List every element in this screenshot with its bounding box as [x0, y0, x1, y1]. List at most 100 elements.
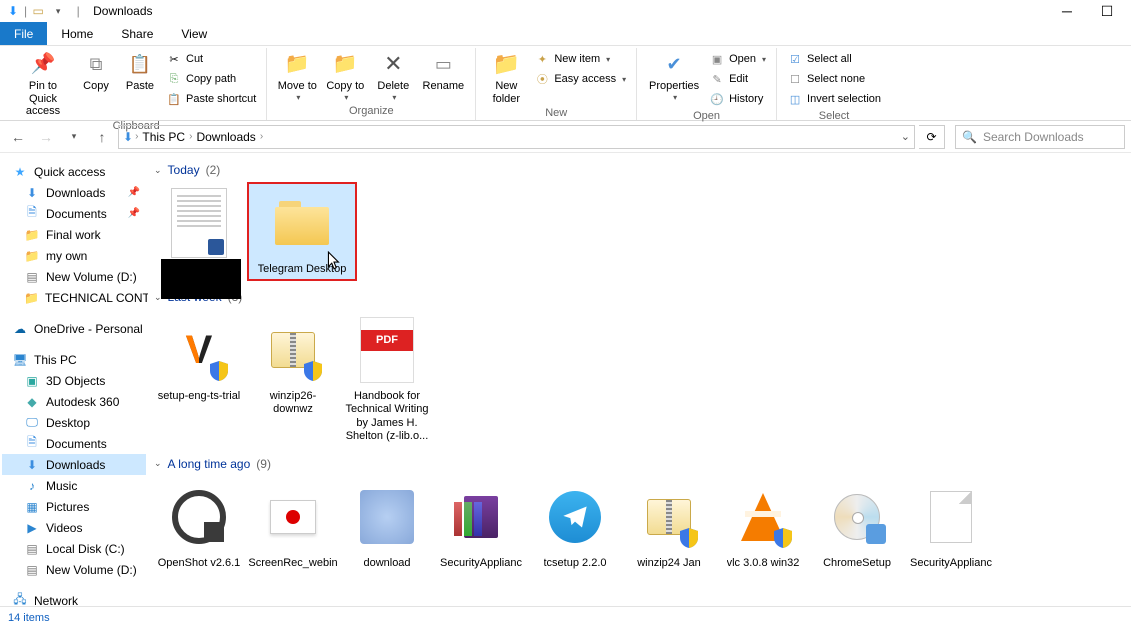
ribbon-group-clipboard: 📌 Pin to Quick access ⧉ Copy 📋 Paste ✂Cu… [6, 48, 267, 120]
down-arrow-icon[interactable]: ⬇ [4, 2, 22, 20]
sidebar-my-own[interactable]: 📁my own [2, 245, 146, 266]
network-icon: 🖧 [12, 593, 28, 607]
sidebar-quick-access[interactable]: ★Quick access [2, 161, 146, 182]
address-dropdown-icon[interactable]: ⌄ [901, 130, 910, 143]
main-area: ★Quick access ⬇Downloads📌 🗎Documents📌 📁F… [0, 153, 1131, 606]
sidebar-desktop[interactable]: 🖵Desktop [2, 412, 146, 433]
nav-sidebar: ★Quick access ⬇Downloads📌 🗎Documents📌 📁F… [0, 153, 148, 606]
crumb-downloads[interactable]: Downloads [194, 130, 257, 144]
sidebar-downloads-2[interactable]: ⬇Downloads [2, 454, 146, 475]
history-icon: 🕘 [709, 91, 725, 107]
crumb-sep-icon: › [189, 131, 192, 142]
sidebar-this-pc[interactable]: 🖥This PC [2, 349, 146, 370]
ribbon-group-select: ☑Select all ☐Select none ◫Invert selecti… [777, 48, 891, 120]
file-item[interactable]: PDF Handbook for Technical Writing by Ja… [342, 310, 432, 447]
move-to-button[interactable]: 📁 Move to [275, 48, 319, 102]
sidebar-network[interactable]: 🖧Network [2, 590, 146, 606]
copy-to-button[interactable]: 📁 Copy to [323, 48, 367, 102]
history-button[interactable]: 🕘History [707, 90, 768, 108]
select-all-button[interactable]: ☑Select all [785, 50, 883, 68]
file-item[interactable]: ScreenRec_webin [248, 477, 338, 574]
file-item[interactable]: tcsetup 2.2.0 [530, 477, 620, 574]
rename-button[interactable]: ▭ Rename [419, 48, 467, 93]
scissors-icon: ✂ [166, 51, 182, 67]
crumb-thispc[interactable]: This PC [140, 130, 187, 144]
tab-file[interactable]: File [0, 22, 47, 45]
sidebar-downloads[interactable]: ⬇Downloads📌 [2, 182, 146, 203]
group-lastweek[interactable]: ⌄ Last week (3) [154, 290, 1131, 304]
cut-button[interactable]: ✂Cut [164, 50, 258, 68]
sidebar-local-disk[interactable]: ▤Local Disk (C:) [2, 538, 146, 559]
crumb-sep-icon: › [135, 131, 138, 142]
paste-shortcut-button[interactable]: 📋Paste shortcut [164, 90, 258, 108]
file-item[interactable]: winzip24 Jan [624, 477, 714, 574]
file-item[interactable]: ChromeSetup [812, 477, 902, 574]
new-item-button[interactable]: ✦New item [532, 50, 628, 68]
minimize-button[interactable]: ─ [1047, 0, 1087, 22]
sidebar-onedrive[interactable]: ☁OneDrive - Personal [2, 318, 146, 339]
sidebar-3d-objects[interactable]: ▣3D Objects [2, 370, 146, 391]
file-item[interactable]: SecurityApplianc [436, 477, 526, 574]
file-item-telegram-desktop[interactable]: Telegram Desktop [248, 183, 356, 280]
ribbon-group-open: ✔ Properties ▣Open ✎Edit 🕘History Open [637, 48, 777, 120]
sidebar-new-volume[interactable]: ▤New Volume (D:) [2, 266, 146, 287]
refresh-button[interactable]: ⟳ [919, 125, 945, 149]
sidebar-new-volume-2[interactable]: ▤New Volume (D:) [2, 559, 146, 580]
sidebar-technical[interactable]: 📁TECHNICAL CONTE [2, 287, 146, 308]
paste-button[interactable]: 📋 Paste [120, 48, 160, 93]
file-item[interactable]: download [342, 477, 432, 574]
paste-shortcut-icon: 📋 [166, 91, 182, 107]
properties-button[interactable]: ✔ Properties [645, 48, 703, 102]
sidebar-documents-2[interactable]: 🗎Documents [2, 433, 146, 454]
group-today[interactable]: ⌄ Today (2) [154, 163, 1131, 177]
group-longtime[interactable]: ⌄ A long time ago (9) [154, 457, 1131, 471]
nav-recent-dropdown[interactable]: ▾ [62, 125, 86, 149]
tab-view[interactable]: View [167, 22, 221, 45]
file-item[interactable]: OpenShot v2.6.1 [154, 477, 244, 574]
file-item[interactable]: vlc 3.0.8 win32 [718, 477, 808, 574]
nav-back-button[interactable]: ← [6, 125, 30, 149]
sidebar-music[interactable]: ♪Music [2, 475, 146, 496]
nav-forward-button[interactable]: → [34, 125, 58, 149]
pin-to-quick-access-button[interactable]: 📌 Pin to Quick access [14, 48, 72, 118]
open-button[interactable]: ▣Open [707, 50, 768, 68]
pin-icon: 📌 [128, 208, 146, 219]
shield-icon [209, 360, 229, 382]
copy-button[interactable]: ⧉ Copy [76, 48, 116, 93]
tab-share[interactable]: Share [107, 22, 167, 45]
select-none-button[interactable]: ☐Select none [785, 70, 883, 88]
blank-file-icon [915, 481, 987, 553]
cloud-icon: ☁ [12, 321, 28, 337]
maximize-button[interactable]: ☐ [1087, 0, 1127, 22]
new-folder-button[interactable]: 📁 New folder [484, 48, 528, 105]
invert-selection-button[interactable]: ◫Invert selection [785, 90, 883, 108]
content-area[interactable]: ⌄ Today (2) Telegram Desktop ⌄ [148, 153, 1131, 606]
copy-path-button[interactable]: ⎘Copy path [164, 70, 258, 88]
rename-icon: ▭ [427, 50, 459, 78]
sidebar-final-work[interactable]: 📁Final work [2, 224, 146, 245]
file-item[interactable]: winzip26-downwz [248, 310, 338, 447]
search-box[interactable]: 🔍 Search Downloads [955, 125, 1125, 149]
easy-access-button[interactable]: ⦿Easy access [532, 70, 628, 88]
sidebar-documents[interactable]: 🗎Documents📌 [2, 203, 146, 224]
pictures-icon: ▦ [24, 499, 40, 515]
status-item-count: 14 items [8, 612, 50, 624]
easy-access-icon: ⦿ [534, 71, 550, 87]
videos-icon: ▶ [24, 520, 40, 536]
chevron-down-icon: ⌄ [154, 458, 162, 469]
sidebar-autodesk[interactable]: ◆Autodesk 360 [2, 391, 146, 412]
address-bar[interactable]: ⬇ › This PC › Downloads › ⌄ [118, 125, 915, 149]
delete-button[interactable]: ✕ Delete [371, 48, 415, 102]
copy-path-icon: ⎘ [166, 71, 182, 87]
file-item[interactable]: VV setup-eng-ts-trial [154, 310, 244, 447]
sidebar-videos[interactable]: ▶Videos [2, 517, 146, 538]
qat-dropdown-icon[interactable]: ▾ [49, 2, 67, 20]
file-item[interactable]: SecurityApplianc [906, 477, 996, 574]
sidebar-pictures[interactable]: ▦Pictures [2, 496, 146, 517]
new-folder-qat-icon[interactable]: ▭ [29, 2, 47, 20]
file-item[interactable] [154, 183, 244, 280]
nav-up-button[interactable]: ↑ [90, 125, 114, 149]
shield-icon [773, 527, 793, 549]
tab-home[interactable]: Home [47, 22, 107, 45]
edit-button[interactable]: ✎Edit [707, 70, 768, 88]
